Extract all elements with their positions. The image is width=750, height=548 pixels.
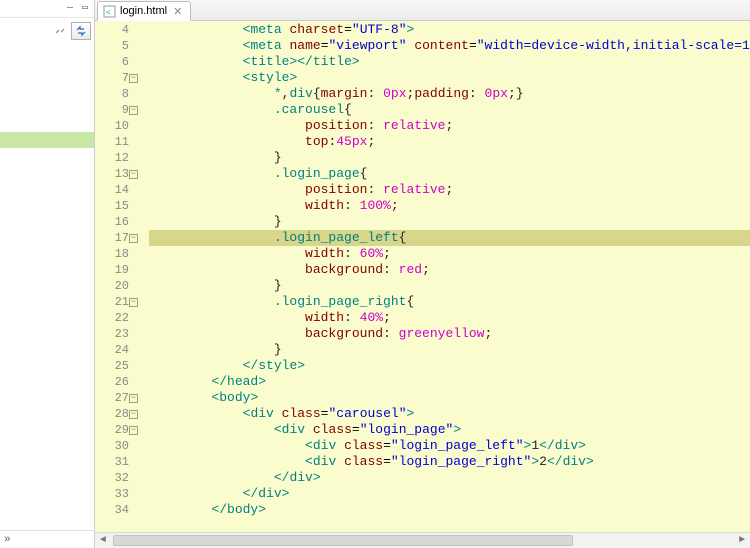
- line-number[interactable]: 21−: [95, 294, 129, 310]
- code-line[interactable]: .login_page_right{: [149, 294, 750, 310]
- line-number[interactable]: 31: [95, 454, 129, 470]
- line-number[interactable]: 14: [95, 182, 129, 198]
- code-line[interactable]: <div class="login_page_left">1</div>: [149, 438, 750, 454]
- line-number-gutter[interactable]: 4567−89−10111213−14151617−18192021−22232…: [95, 21, 135, 532]
- line-number[interactable]: 29−: [95, 422, 129, 438]
- code-line[interactable]: <div class="login_page">: [149, 422, 750, 438]
- outline-selection: [0, 132, 94, 148]
- sidebar-panel: — ▭ »: [0, 0, 95, 548]
- code-line[interactable]: </div>: [149, 486, 750, 502]
- line-number[interactable]: 23: [95, 326, 129, 342]
- sync-button[interactable]: [71, 22, 91, 40]
- code-line[interactable]: top:45px;: [149, 134, 750, 150]
- line-number[interactable]: 19: [95, 262, 129, 278]
- scroll-left-icon[interactable]: ◄: [95, 533, 111, 548]
- line-number[interactable]: 25: [95, 358, 129, 374]
- close-icon[interactable]: ✕: [171, 5, 184, 18]
- code-line[interactable]: </style>: [149, 358, 750, 374]
- line-number[interactable]: 11: [95, 134, 129, 150]
- code-line[interactable]: background: red;: [149, 262, 750, 278]
- line-number[interactable]: 12: [95, 150, 129, 166]
- line-number[interactable]: 26: [95, 374, 129, 390]
- line-number[interactable]: 20: [95, 278, 129, 294]
- line-number[interactable]: 5: [95, 38, 129, 54]
- code-line[interactable]: }: [149, 150, 750, 166]
- tab-label: login.html: [120, 5, 167, 17]
- code-line[interactable]: }: [149, 342, 750, 358]
- code-line[interactable]: }: [149, 278, 750, 294]
- code-line[interactable]: </body>: [149, 502, 750, 518]
- line-number[interactable]: 10: [95, 118, 129, 134]
- restore-icon[interactable]: ▭: [78, 2, 92, 15]
- minimize-icon[interactable]: —: [63, 2, 77, 15]
- code-line[interactable]: <meta charset="UTF-8">: [149, 22, 750, 38]
- code-editor[interactable]: 4567−89−10111213−14151617−18192021−22232…: [95, 21, 750, 532]
- code-line[interactable]: width: 100%;: [149, 198, 750, 214]
- code-line[interactable]: width: 40%;: [149, 310, 750, 326]
- line-number[interactable]: 24: [95, 342, 129, 358]
- code-line[interactable]: </head>: [149, 374, 750, 390]
- outline-area[interactable]: [0, 44, 94, 530]
- line-number[interactable]: 33: [95, 486, 129, 502]
- code-line[interactable]: .login_page_left{: [149, 230, 750, 246]
- code-line[interactable]: <title></title>: [149, 54, 750, 70]
- ide-window: — ▭ » < login.html ✕: [0, 0, 750, 548]
- expand-icon[interactable]: »: [4, 534, 11, 546]
- line-number[interactable]: 28−: [95, 406, 129, 422]
- code-line[interactable]: position: relative;: [149, 182, 750, 198]
- line-number[interactable]: 16: [95, 214, 129, 230]
- line-number[interactable]: 13−: [95, 166, 129, 182]
- code-line[interactable]: *,div{margin: 0px;padding: 0px;}: [149, 86, 750, 102]
- horizontal-scrollbar[interactable]: ◄ ►: [95, 532, 750, 548]
- line-number[interactable]: 15: [95, 198, 129, 214]
- code-line[interactable]: position: relative;: [149, 118, 750, 134]
- scroll-thumb[interactable]: [113, 535, 573, 546]
- editor-pane: < login.html ✕ 4567−89−10111213−14151617…: [95, 0, 750, 548]
- code-line[interactable]: <div class="carousel">: [149, 406, 750, 422]
- code-content[interactable]: <meta charset="UTF-8"> <meta name="viewp…: [135, 21, 750, 532]
- code-line[interactable]: <meta name="viewport" content="width=dev…: [149, 38, 750, 54]
- line-number[interactable]: 17−: [95, 230, 129, 246]
- code-line[interactable]: background: greenyellow;: [149, 326, 750, 342]
- line-number[interactable]: 34: [95, 502, 129, 518]
- line-number[interactable]: 8: [95, 86, 129, 102]
- line-number[interactable]: 27−: [95, 390, 129, 406]
- code-line[interactable]: <div class="login_page_right">2</div>: [149, 454, 750, 470]
- tab-login-html[interactable]: < login.html ✕: [97, 1, 191, 21]
- line-number[interactable]: 30: [95, 438, 129, 454]
- code-line[interactable]: <style>: [149, 70, 750, 86]
- line-number[interactable]: 18: [95, 246, 129, 262]
- code-line[interactable]: <body>: [149, 390, 750, 406]
- line-number[interactable]: 6: [95, 54, 129, 70]
- tab-bar[interactable]: < login.html ✕: [95, 0, 750, 21]
- code-line[interactable]: width: 60%;: [149, 246, 750, 262]
- line-number[interactable]: 7−: [95, 70, 129, 86]
- svg-text:<: <: [106, 8, 111, 17]
- code-line[interactable]: .login_page{: [149, 166, 750, 182]
- sidebar-toolbar: [0, 18, 94, 44]
- sidebar-toolbar-top: — ▭: [0, 0, 94, 18]
- link-button[interactable]: [50, 22, 70, 40]
- code-line[interactable]: </div>: [149, 470, 750, 486]
- line-number[interactable]: 4: [95, 22, 129, 38]
- line-number[interactable]: 22: [95, 310, 129, 326]
- sidebar-footer: »: [0, 530, 94, 548]
- code-line[interactable]: .carousel{: [149, 102, 750, 118]
- code-line[interactable]: }: [149, 214, 750, 230]
- html-file-icon: <: [102, 4, 116, 18]
- line-number[interactable]: 9−: [95, 102, 129, 118]
- scroll-right-icon[interactable]: ►: [734, 533, 750, 548]
- line-number[interactable]: 32: [95, 470, 129, 486]
